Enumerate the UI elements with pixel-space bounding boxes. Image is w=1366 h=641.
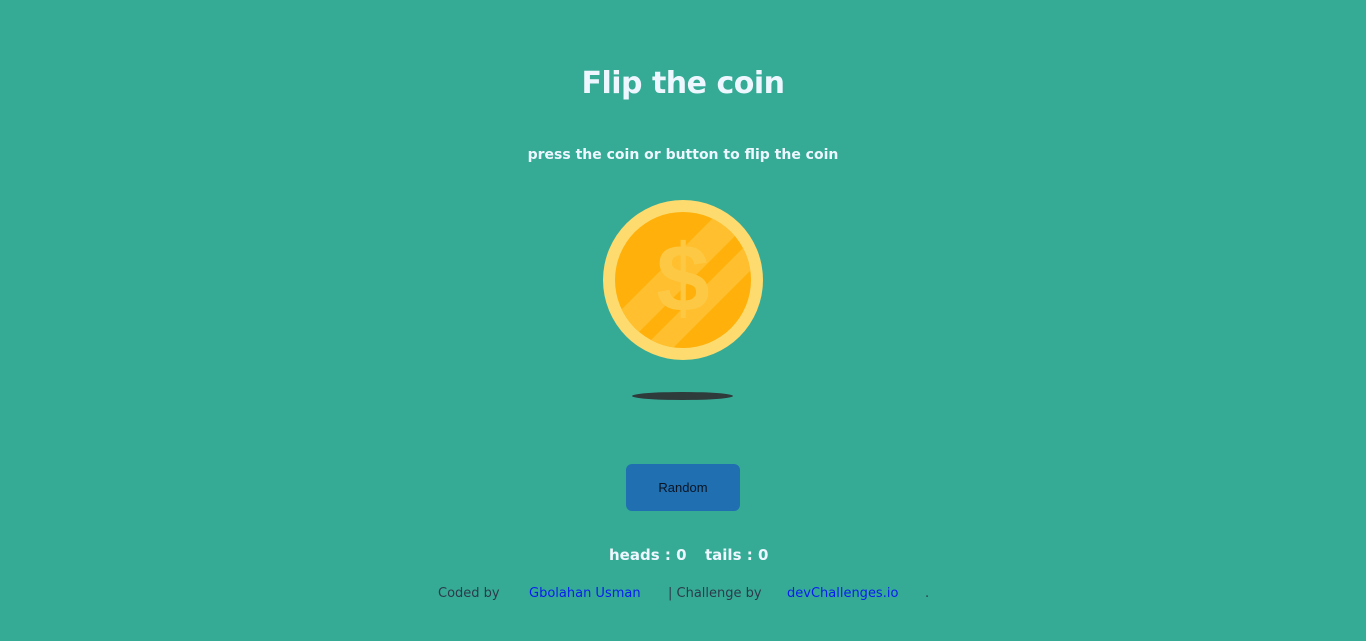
- page-subtitle: press the coin or button to flip the coi…: [527, 147, 839, 163]
- devchallenges-link[interactable]: devChallenges.io: [787, 586, 898, 601]
- footer-coded-by: Coded by: [438, 586, 500, 601]
- tails-score: tails : 0: [705, 546, 769, 564]
- footer-trailing: .: [925, 586, 930, 601]
- dollar-coin-icon: $: [603, 200, 763, 360]
- coin-button[interactable]: $: [602, 199, 764, 361]
- heads-score: heads : 0: [609, 546, 687, 564]
- coin-shadow: [632, 392, 733, 400]
- svg-text:$: $: [656, 225, 709, 332]
- author-link[interactable]: Gbolahan Usman: [529, 586, 641, 601]
- footer-challenge-by: | Challenge by: [668, 586, 762, 601]
- page-title: Flip the coin: [581, 66, 785, 101]
- random-button[interactable]: Random: [626, 464, 740, 511]
